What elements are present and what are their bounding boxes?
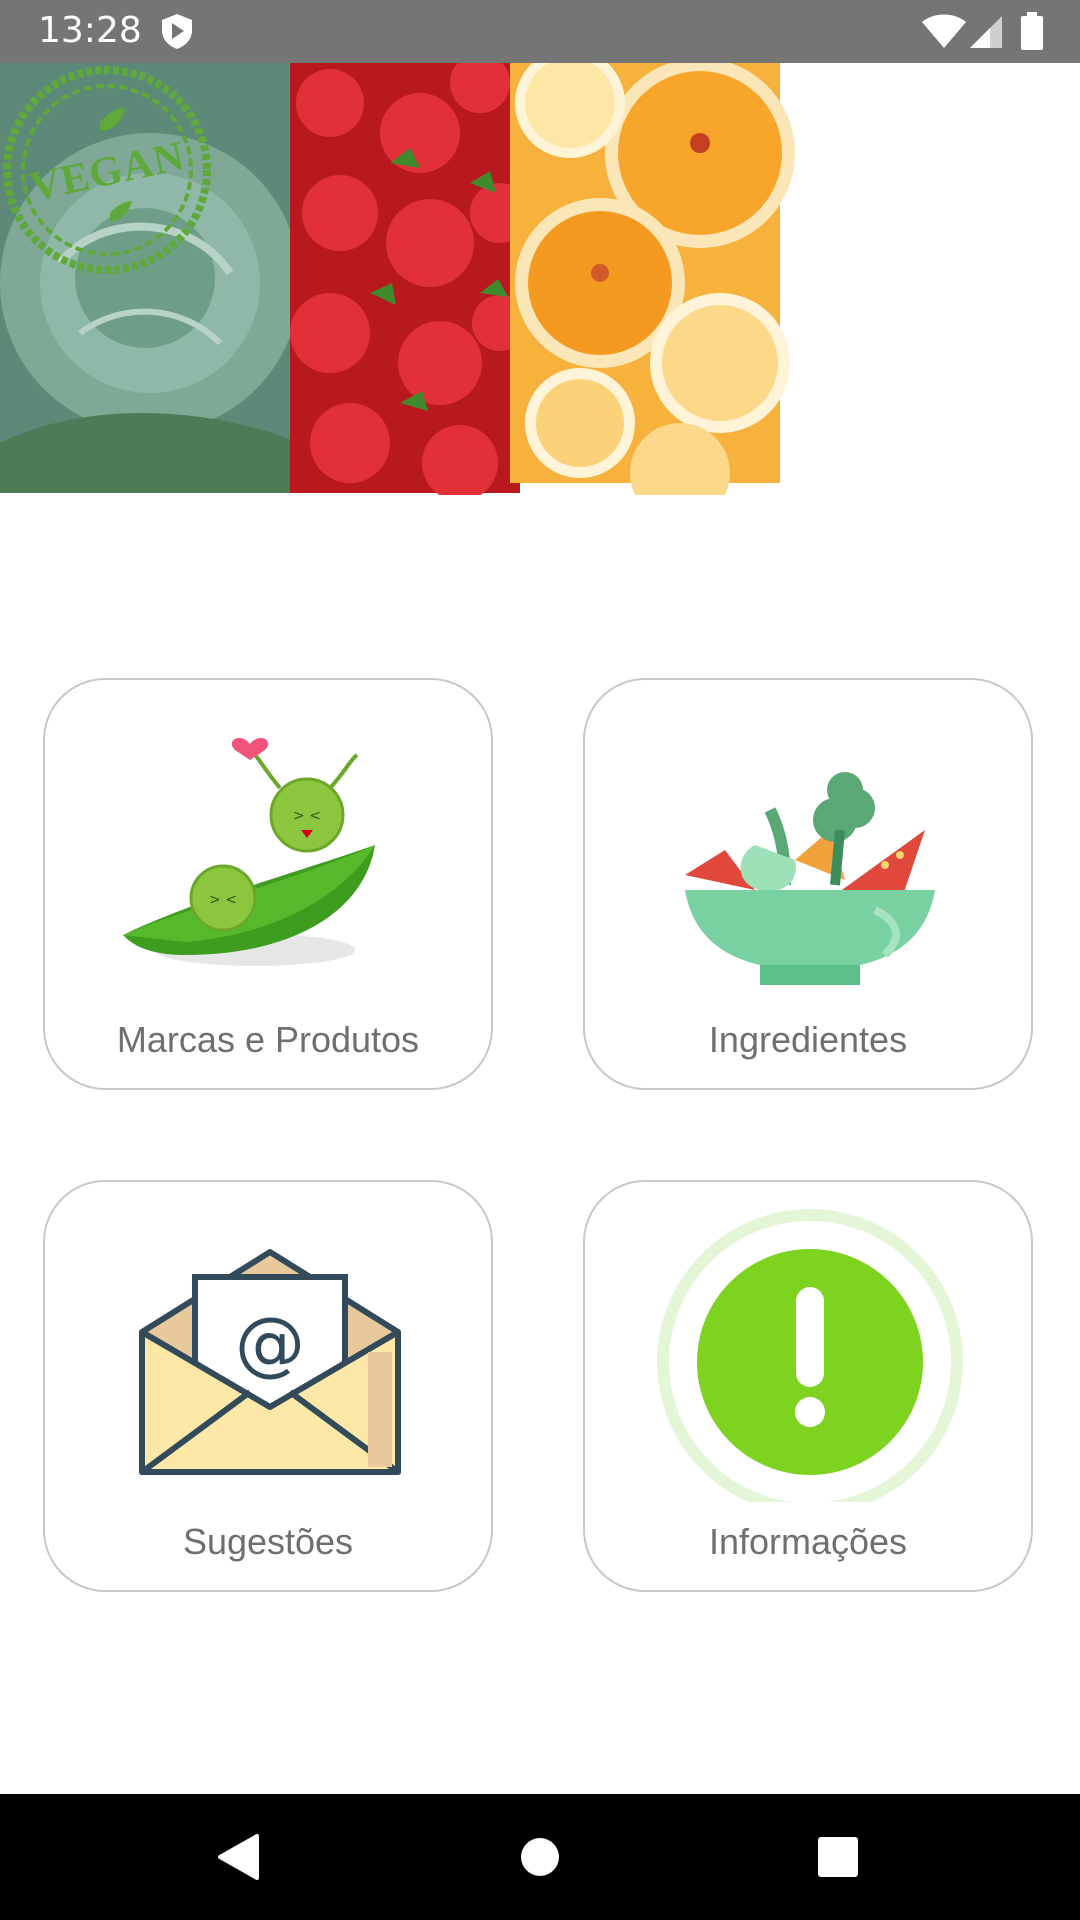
recents-icon[interactable] — [803, 1822, 873, 1892]
menu-card-label: Sugestões — [182, 1521, 354, 1562]
info-exclamation-icon — [657, 1209, 963, 1502]
wifi-icon — [922, 14, 966, 48]
signal-icon — [970, 16, 1002, 48]
header-banner: VEGAN — [0, 63, 1080, 495]
svg-text:VEGAN: VEGAN — [26, 133, 189, 211]
menu-card-label: Ingredientes — [708, 1019, 908, 1060]
svg-text:> <: > < — [209, 892, 237, 908]
system-navigation-bar — [0, 1794, 1080, 1920]
status-bar: 13:28 — [0, 0, 1080, 63]
menu-card-label: Informações — [708, 1521, 908, 1562]
envelope-email-icon: @ — [139, 1249, 401, 1475]
status-time: 13:28 — [38, 10, 142, 51]
shield-icon — [162, 14, 192, 49]
home-icon[interactable] — [505, 1822, 575, 1892]
menu-card-ingredientes[interactable]: Ingredientes — [583, 678, 1033, 1090]
pea-pod-icon: > < > < — [123, 737, 375, 966]
menu-card-marcas-produtos[interactable]: > < > < Marcas e Produtos — [43, 678, 493, 1090]
battery-icon — [1021, 12, 1043, 50]
svg-text:@: @ — [235, 1302, 305, 1384]
vegan-stamp-logo: VEGAN — [3, 66, 211, 274]
menu-card-sugestoes[interactable]: @ Sugestões — [43, 1180, 493, 1592]
svg-text:> <: > < — [293, 808, 321, 824]
back-icon[interactable] — [205, 1822, 275, 1892]
salad-bowl-icon — [685, 772, 935, 985]
menu-card-label: Marcas e Produtos — [116, 1019, 420, 1060]
menu-card-informacoes[interactable]: Informações — [583, 1180, 1033, 1592]
